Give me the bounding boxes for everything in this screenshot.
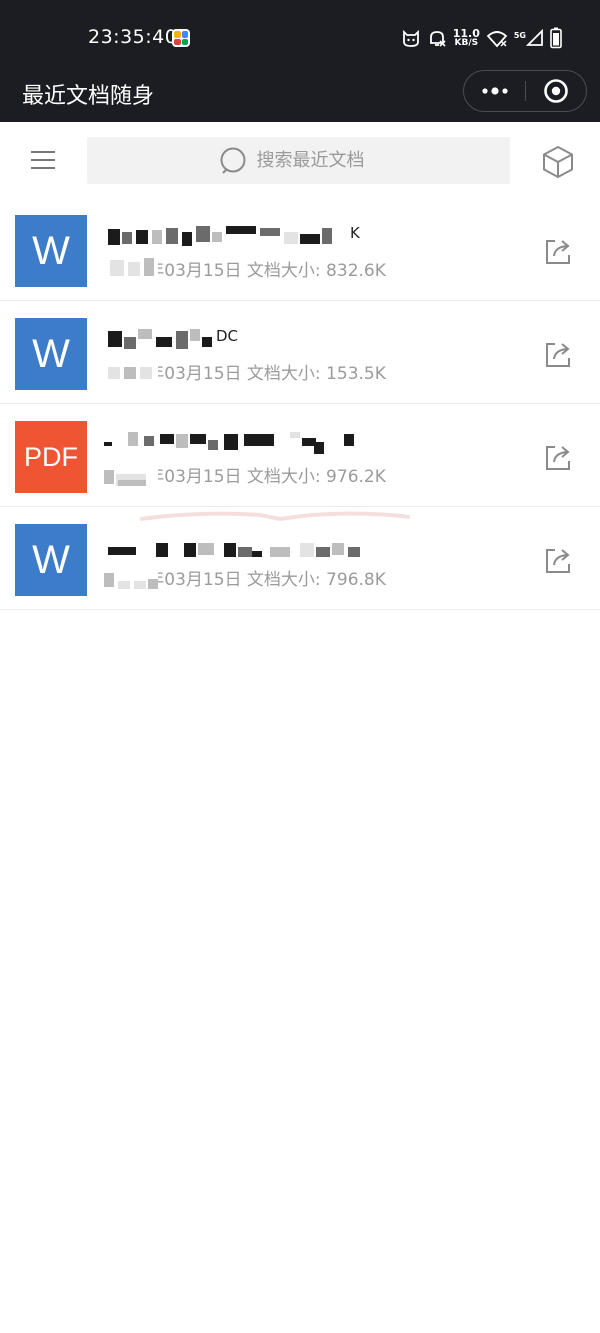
share-icon	[546, 343, 570, 367]
file-type-label: W	[32, 228, 70, 273]
share-button[interactable]	[540, 440, 576, 476]
search-input[interactable]	[254, 149, 379, 172]
more-options-button[interactable]	[464, 71, 525, 111]
word-file-icon: W	[15, 524, 87, 596]
search-bar[interactable]	[87, 137, 510, 184]
wifi-icon	[486, 31, 508, 48]
cube-button[interactable]	[538, 142, 578, 182]
cell-signal-icon	[526, 29, 543, 46]
document-name-visible: K	[350, 224, 360, 242]
document-list: W K 2023年03月15日 文档大小: 832.6K W DC 2023年0…	[0, 198, 600, 610]
top-bar: 23:35:40 11.0 KB/S 5G 最近文档随身	[0, 0, 600, 122]
toolbar	[0, 122, 600, 198]
screen: 23:35:40 11.0 KB/S 5G 最近文档随身 搜索最近文档 W K …	[0, 0, 600, 1333]
app-notification-icon	[172, 29, 190, 47]
document-name-visible: DC	[216, 327, 239, 345]
share-icon	[546, 549, 570, 573]
status-icons: 11.0 KB/S 5G	[401, 26, 562, 50]
file-type-label: PDF	[24, 441, 78, 472]
menu-button[interactable]	[22, 144, 64, 176]
close-miniprogram-button[interactable]	[526, 71, 586, 111]
page-title: 最近文档随身	[22, 84, 155, 109]
document-name: DC	[104, 327, 504, 351]
bell-muted-icon	[429, 31, 446, 47]
document-name	[104, 533, 504, 557]
word-file-icon: W	[15, 318, 87, 390]
document-name	[104, 430, 504, 454]
cube-icon	[543, 146, 573, 178]
status-time: 23:35:40	[88, 26, 178, 48]
share-icon	[546, 446, 570, 470]
network-speed: 11.0 KB/S	[453, 28, 480, 48]
share-button[interactable]	[540, 543, 576, 579]
battery-icon	[550, 27, 562, 49]
file-type-label: W	[32, 331, 70, 376]
file-type-label: W	[32, 537, 70, 582]
hamburger-menu-icon	[31, 151, 55, 169]
document-row[interactable]: W K 2023年03月15日 文档大小: 832.6K	[0, 198, 600, 301]
document-row[interactable]: W DC 2023年03月15日 文档大小: 153.5K	[0, 301, 600, 404]
document-row[interactable]: PDF 2023年03月15日 文档大小: 976.2K	[0, 404, 600, 507]
pdf-file-icon: PDF	[15, 421, 87, 493]
miniprogram-capsule	[463, 70, 587, 112]
share-icon	[546, 240, 570, 264]
search-icon	[220, 147, 245, 174]
word-file-icon: W	[15, 215, 87, 287]
document-row[interactable]: W 2023年03月15日 文档大小: 796.8K	[0, 507, 600, 610]
network-speed-unit: KB/S	[454, 38, 479, 48]
target-close-icon	[544, 79, 568, 103]
share-button[interactable]	[540, 234, 576, 270]
cat-face-icon	[402, 29, 419, 47]
signal-type-label: 5G	[513, 31, 526, 40]
more-dots-icon	[481, 87, 508, 95]
document-name: K	[104, 224, 504, 248]
share-button[interactable]	[540, 337, 576, 373]
